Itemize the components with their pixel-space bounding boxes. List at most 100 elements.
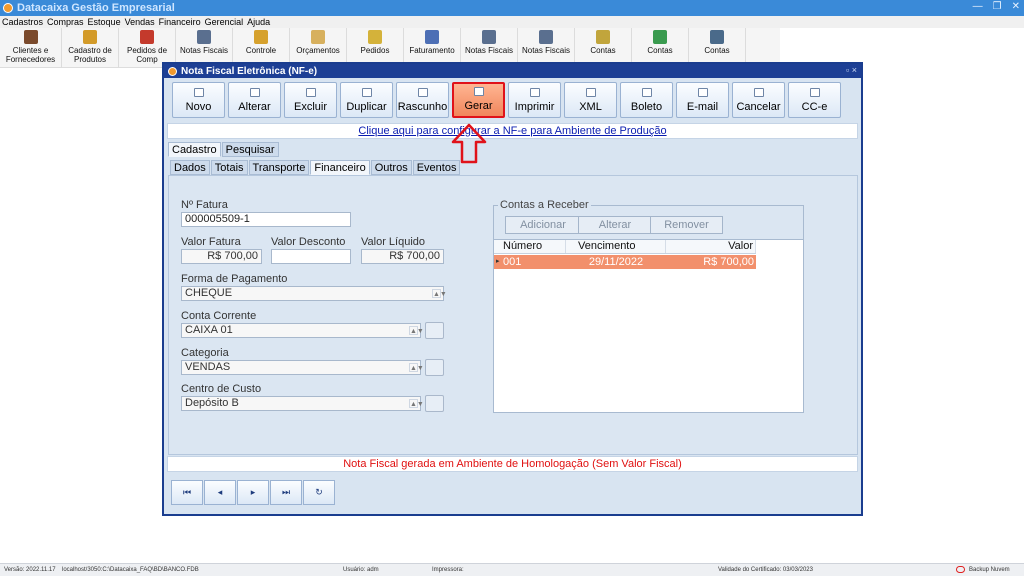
dialog-logo-icon: [168, 66, 177, 76]
menu-compras[interactable]: Compras: [47, 17, 84, 27]
menu-cadastros[interactable]: Cadastros: [2, 17, 43, 27]
toolbar-button-e-mail[interactable]: E-mail: [676, 82, 729, 118]
imprimir-icon: [529, 88, 540, 97]
nfe-toolbar: Novo Alterar Excluir Duplicar Rascunho Gerar I…: [172, 82, 841, 118]
tab-transporte[interactable]: Transporte: [248, 160, 310, 175]
menu-financeiro[interactable]: Financeiro: [159, 17, 201, 27]
ribbon-button-label: Faturamento: [409, 46, 455, 55]
col-numero[interactable]: Número: [494, 240, 566, 253]
forma-pagamento-select[interactable]: CHEQUE ▲▼: [181, 286, 447, 301]
status-user: Usuário: adm: [343, 567, 379, 573]
toolbar-button-boleto[interactable]: Boleto: [620, 82, 673, 118]
adicionar-button[interactable]: Adicionar: [505, 216, 581, 234]
toolbar-button-duplicar[interactable]: Duplicar: [340, 82, 393, 118]
cell-vencimento: 29/11/2022: [588, 256, 644, 268]
categoria-value: VENDAS: [185, 361, 231, 373]
col-vencimento[interactable]: Vencimento: [566, 240, 666, 253]
ribbon-button-label: Clientes e Fornecedores: [5, 46, 56, 64]
first-record-button[interactable]: ⏮: [171, 480, 203, 505]
fatura-label: Nº Fatura: [181, 199, 228, 211]
status-version: Versão: 2022.11.17: [4, 567, 56, 573]
contas-receber-group: Contas a Receber Adicionar Alterar Remov…: [493, 199, 804, 413]
ribbon-button-label: Controle: [245, 46, 277, 55]
categoria-lookup-button[interactable]: [425, 359, 444, 376]
toolbar-button-rascunho[interactable]: Rascunho: [396, 82, 449, 118]
tab-dados[interactable]: Dados: [170, 160, 210, 175]
production-config-link[interactable]: Clique aqui para configurar a NF-e para …: [358, 125, 666, 137]
chevron-down-icon: ▲▼: [409, 363, 424, 372]
valor-fatura-input[interactable]: R$ 700,00: [181, 249, 262, 264]
chevron-down-icon: ▲▼: [409, 326, 424, 335]
menu-gerencial[interactable]: Gerencial: [205, 17, 244, 27]
valor-desconto-input[interactable]: [271, 249, 351, 264]
window-controls: — ❐ ✕: [973, 1, 1020, 12]
ribbon-button-label: Contas: [647, 46, 673, 55]
main-tabs: Cadastro Pesquisar: [168, 142, 280, 157]
forma-pagamento-value: CHEQUE: [185, 287, 233, 299]
app-logo-icon: [3, 3, 13, 13]
duplicar-icon: [361, 88, 372, 97]
centro-custo-lookup-button[interactable]: [425, 395, 444, 412]
valor-desconto-label: Valor Desconto: [271, 236, 346, 248]
dialog-title: Nota Fiscal Eletrônica (NF-e): [181, 65, 318, 77]
status-db-path: localhost/3050:C:\Datacaixa_FAQ\BD\BANCO…: [62, 567, 199, 573]
toolbar-button-cancelar[interactable]: Cancelar: [732, 82, 785, 118]
row-indicator-icon: ▸: [496, 258, 500, 265]
tab-totais[interactable]: Totais: [210, 160, 248, 175]
toolbar-button-cc-e[interactable]: CC-e: [788, 82, 841, 118]
tab-outros[interactable]: Outros: [370, 160, 412, 175]
remover-button[interactable]: Remover: [650, 216, 723, 234]
menu-vendas[interactable]: Vendas: [125, 17, 155, 27]
toolbar-button-label: Excluir: [293, 101, 327, 113]
restore-icon[interactable]: ❐: [993, 1, 1002, 12]
col-valor[interactable]: Valor: [666, 240, 756, 253]
money2-icon: [653, 30, 667, 44]
status-backup[interactable]: Backup Nuvem: [969, 567, 1010, 573]
menu-estoque[interactable]: Estoque: [88, 17, 121, 27]
control-icon: [254, 30, 268, 44]
minimize-icon[interactable]: —: [973, 1, 983, 12]
dialog-window-controls[interactable]: ▫ ×: [846, 65, 857, 75]
menu-ajuda[interactable]: Ajuda: [247, 17, 270, 27]
valor-liquido-input[interactable]: R$ 700,00: [361, 249, 444, 264]
fatura-input[interactable]: 000005509-1: [181, 212, 351, 227]
toolbar-button-novo[interactable]: Novo: [172, 82, 225, 118]
toolbar-button-label: Cancelar: [736, 101, 781, 113]
conta-corrente-value: CAIXA 01: [185, 324, 233, 336]
tab-financeiro[interactable]: Financeiro: [310, 160, 370, 175]
close-icon[interactable]: ✕: [1012, 1, 1020, 12]
toolbar-button-imprimir[interactable]: Imprimir: [508, 82, 561, 118]
ribbon-button-label: Cadastro de Produtos: [68, 46, 112, 64]
toolbar-button-label: CC-e: [801, 101, 828, 113]
cell-numero: 001: [503, 256, 522, 268]
novo-icon: [193, 88, 204, 97]
invoice-icon: [197, 30, 211, 44]
alterar-icon: [249, 88, 260, 97]
tab-cadastro[interactable]: Cadastro: [168, 142, 221, 157]
prev-record-button[interactable]: ◂: [204, 480, 236, 505]
toolbar-button-excluir[interactable]: Excluir: [284, 82, 337, 118]
tab-eventos[interactable]: Eventos: [412, 160, 461, 175]
last-record-button[interactable]: ⏭: [270, 480, 302, 505]
conta-corrente-select[interactable]: CAIXA 01 ▲▼: [181, 323, 424, 338]
tab-pesquisar[interactable]: Pesquisar: [221, 142, 279, 157]
toolbar-button-gerar[interactable]: Gerar: [452, 82, 505, 118]
pedido-icon: [368, 30, 382, 44]
cloud-icon: [956, 566, 965, 573]
centro-custo-value: Depósito B: [185, 397, 239, 409]
categoria-select[interactable]: VENDAS ▲▼: [181, 360, 424, 375]
alterar-parcela-button[interactable]: Alterar: [578, 216, 652, 234]
status-cert: Validade do Certificado: 03/03/2023: [718, 567, 813, 573]
ribbon-button-label: Orçamentos: [296, 46, 340, 55]
table-row[interactable]: ▸ 001 29/11/2022 R$ 700,00: [494, 255, 756, 269]
xml-icon: [585, 88, 596, 97]
refresh-button[interactable]: ↻: [303, 480, 335, 505]
conta-corrente-lookup-button[interactable]: [425, 322, 444, 339]
next-record-button[interactable]: ▸: [237, 480, 269, 505]
ribbon-button-1[interactable]: Cadastro de Produtos: [62, 28, 119, 68]
toolbar-button-alterar[interactable]: Alterar: [228, 82, 281, 118]
app-title: Datacaixa Gestão Empresarial: [17, 2, 175, 14]
centro-custo-select[interactable]: Depósito B ▲▼: [181, 396, 424, 411]
toolbar-button-xml[interactable]: XML: [564, 82, 617, 118]
ribbon-button-0[interactable]: Clientes e Fornecedores: [0, 28, 62, 68]
